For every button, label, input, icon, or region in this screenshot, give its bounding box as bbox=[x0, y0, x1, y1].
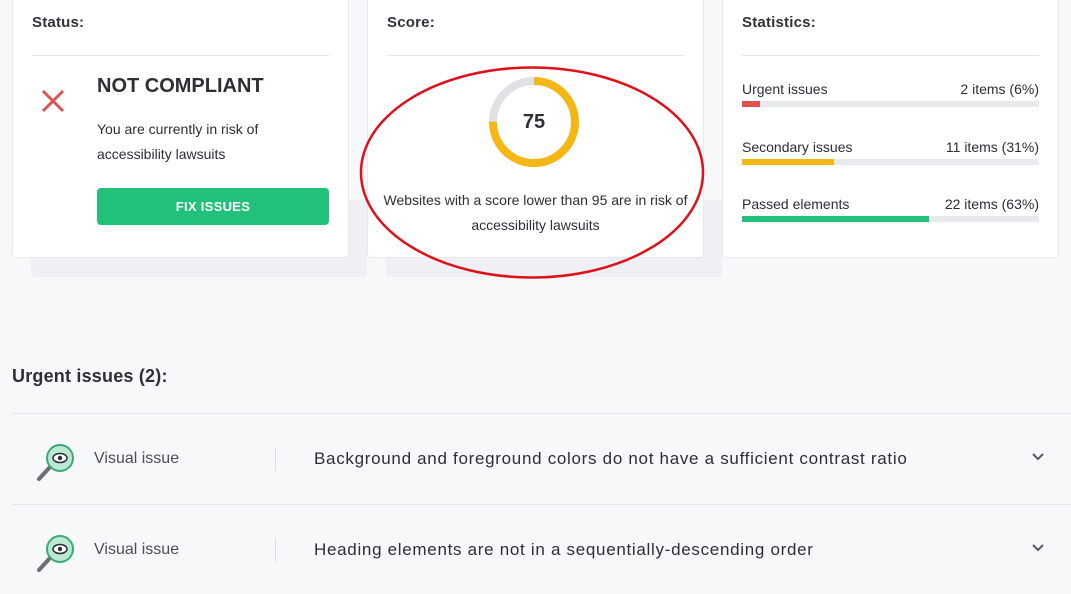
statistics-card: Statistics: Urgent issues 2 items (6%) S… bbox=[722, 0, 1059, 258]
chevron-down-icon[interactable] bbox=[1031, 452, 1045, 462]
card-title: Status: bbox=[32, 14, 85, 31]
progress-track bbox=[742, 216, 1039, 222]
chevron-down-icon[interactable] bbox=[1031, 543, 1045, 553]
stat-label: Urgent issues bbox=[742, 81, 828, 97]
divider bbox=[32, 55, 329, 56]
stat-value: 11 items (31%) bbox=[945, 139, 1039, 155]
issue-row[interactable]: Visual issue Heading elements are not in… bbox=[12, 504, 1071, 594]
progress-track bbox=[742, 101, 1039, 107]
stat-value: 22 items (63%) bbox=[944, 196, 1039, 212]
status-card: Status: NOT COMPLIANT You are currently … bbox=[12, 0, 349, 258]
issue-row[interactable]: Visual issue Background and foreground c… bbox=[12, 413, 1071, 503]
magnifier-eye-icon bbox=[37, 535, 74, 572]
stat-label: Passed elements bbox=[742, 196, 850, 212]
progress-fill bbox=[742, 216, 930, 222]
stat-label: Secondary issues bbox=[742, 139, 853, 155]
urgent-issues-title: Urgent issues (2): bbox=[12, 366, 168, 386]
card-title: Score: bbox=[387, 14, 435, 31]
divider bbox=[387, 55, 684, 56]
score-description: Websites with a score lower than 95 are … bbox=[383, 192, 688, 233]
status-heading: NOT COMPLIANT bbox=[97, 75, 264, 97]
score-value: 75 bbox=[522, 110, 546, 133]
issue-type: Visual issue bbox=[94, 541, 180, 558]
stat-row-secondary: Secondary issues 11 items (31%) bbox=[742, 139, 1039, 179]
stat-row-urgent: Urgent issues 2 items (6%) bbox=[742, 81, 1039, 121]
score-card: Score: 75 Websites with a score lower th… bbox=[367, 0, 704, 258]
issue-description: Background and foreground colors do not … bbox=[314, 449, 908, 468]
stat-value: 2 items (6%) bbox=[960, 81, 1039, 97]
divider bbox=[275, 538, 276, 562]
fix-issues-button[interactable]: FIX ISSUES bbox=[97, 188, 329, 225]
issue-type: Visual issue bbox=[94, 450, 180, 467]
issue-description: Heading elements are not in a sequential… bbox=[314, 540, 814, 559]
status-description: You are currently in risk of accessibili… bbox=[97, 121, 259, 162]
progress-fill bbox=[742, 159, 835, 165]
card-title: Statistics: bbox=[742, 14, 816, 31]
progress-track bbox=[742, 159, 1039, 165]
progress-fill bbox=[742, 101, 760, 107]
stat-row-passed: Passed elements 22 items (63%) bbox=[742, 196, 1039, 236]
magnifier-eye-icon bbox=[37, 444, 74, 481]
close-icon bbox=[41, 89, 65, 113]
divider bbox=[742, 55, 1039, 56]
divider bbox=[275, 447, 276, 471]
